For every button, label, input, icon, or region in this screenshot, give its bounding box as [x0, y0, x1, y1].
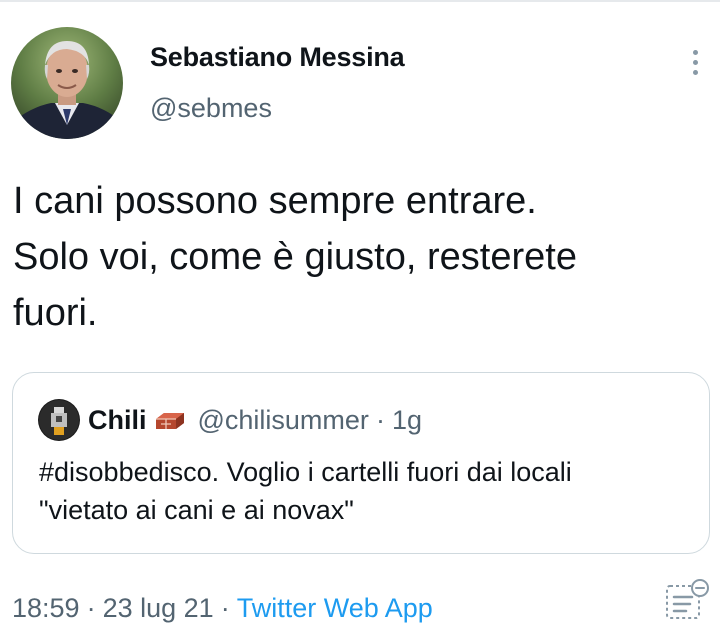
- quoted-author-handle[interactable]: @chilisummer: [198, 405, 369, 436]
- meta-separator: ·: [220, 593, 230, 623]
- quoted-tweet-text: #disobbedisco. Voglio i cartelli fuori d…: [39, 457, 572, 525]
- tweet-date[interactable]: 23 lug 21: [103, 593, 214, 624]
- quoted-separator: ·: [375, 404, 385, 435]
- tweet-source-link[interactable]: Twitter Web App: [237, 593, 433, 624]
- vertical-ellipsis-icon[interactable]: [680, 40, 710, 84]
- top-divider: [0, 0, 720, 2]
- quoted-author-name[interactable]: Chili: [88, 405, 147, 436]
- quoted-timestamp[interactable]: 1g: [392, 405, 422, 436]
- quoted-tweet-card[interactable]: Chili @chilisummer · 1g #disobbedisco. V…: [12, 372, 710, 554]
- quoted-profile-photo: [38, 399, 80, 441]
- tweet-text: I cani possono sempre entrare. Solo voi,…: [13, 180, 577, 334]
- quoted-author-avatar[interactable]: [38, 399, 80, 441]
- tweet-time[interactable]: 18:59: [12, 593, 80, 624]
- meta-separator: ·: [86, 593, 96, 623]
- more-dot: [692, 49, 698, 55]
- author-avatar[interactable]: [11, 27, 123, 139]
- tweet-meta: 18:59 · 23 lug 21 · Twitter Web App: [12, 593, 433, 624]
- brick-icon: [154, 409, 186, 431]
- quoted-tweet-header: Chili @chilisummer · 1g: [88, 399, 422, 441]
- author-display-name[interactable]: Sebastiano Messina: [150, 42, 405, 73]
- more-dot: [692, 69, 698, 75]
- author-handle[interactable]: @sebmes: [150, 93, 272, 124]
- profile-photo: [11, 27, 123, 139]
- analytics-icon[interactable]: [662, 578, 712, 624]
- more-dot: [692, 59, 698, 65]
